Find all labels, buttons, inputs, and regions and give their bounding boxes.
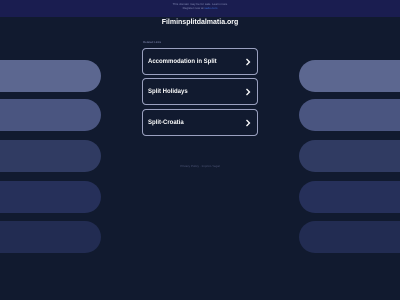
sale-notice-link[interactable]: sedo.com bbox=[204, 6, 217, 10]
related-links-label: Related Links bbox=[143, 40, 162, 44]
decorative-bar-right-2 bbox=[299, 99, 400, 131]
link-button-accommodation[interactable]: Accommodation in Split bbox=[142, 48, 258, 75]
decorative-bar-right-1 bbox=[299, 60, 400, 92]
chevron-right-icon bbox=[246, 88, 251, 95]
domain-title: Filminsplitdalmatia.org bbox=[161, 19, 239, 26]
link-button-label: Accommodation in Split bbox=[148, 58, 217, 65]
sale-notice: This domain may be for sale. Learn more … bbox=[0, 2, 400, 10]
decorative-bar-left-2 bbox=[0, 99, 101, 131]
decorative-bar-right-5 bbox=[299, 221, 400, 253]
chevron-right-icon bbox=[246, 119, 251, 126]
sale-notice-line2: Register now at sedo.com bbox=[182, 6, 218, 10]
decorative-bar-right-4 bbox=[299, 181, 400, 213]
decorative-bar-left-5 bbox=[0, 221, 101, 253]
link-button-label: Split-Croatia bbox=[148, 119, 184, 126]
link-button-label: Split Holidays bbox=[148, 88, 188, 95]
decorative-bar-left-1 bbox=[0, 60, 101, 92]
chevron-right-icon bbox=[246, 58, 251, 65]
decorative-bar-left-4 bbox=[0, 181, 101, 213]
link-button-split-holidays[interactable]: Split Holidays bbox=[142, 78, 258, 105]
privacy-policy-link[interactable]: Privacy Policy · Imprint / legal bbox=[0, 164, 400, 168]
link-button-split-croatia[interactable]: Split-Croatia bbox=[142, 109, 258, 136]
top-banner: This domain may be for sale. Learn more … bbox=[0, 0, 400, 17]
